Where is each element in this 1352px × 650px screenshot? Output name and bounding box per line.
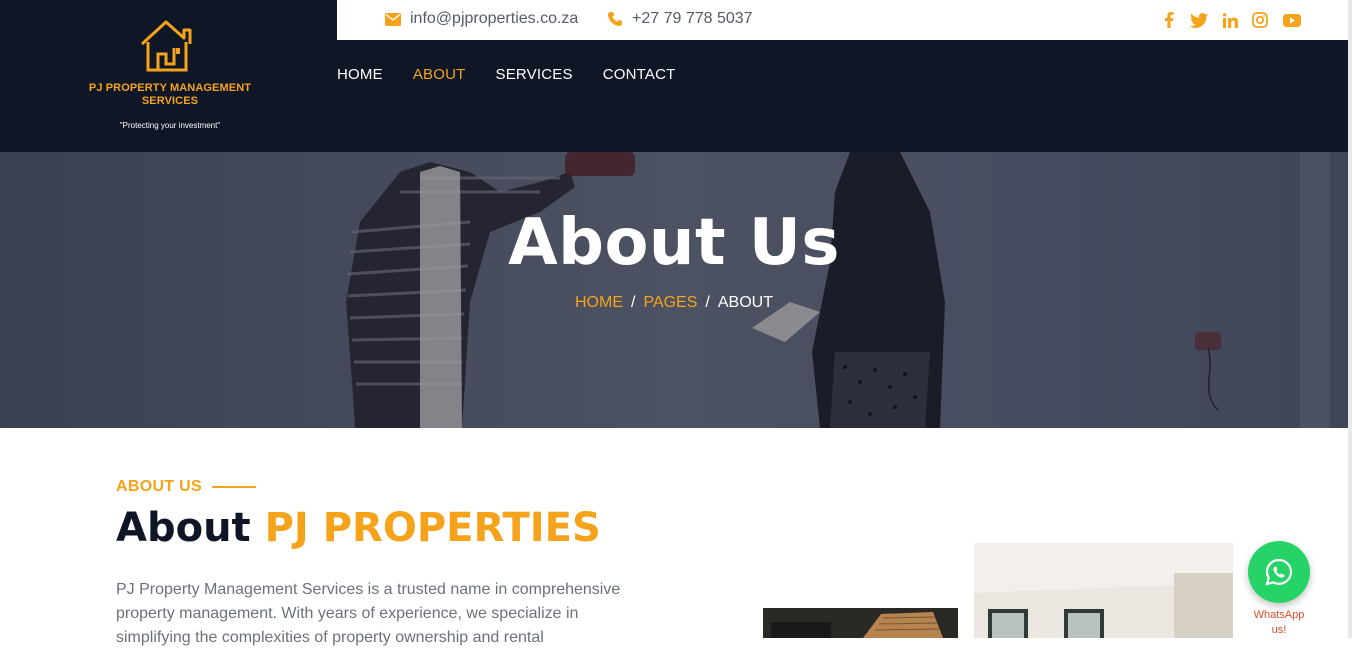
breadcrumb-separator: / xyxy=(631,294,636,311)
breadcrumb: HOME / PAGES / ABOUT xyxy=(0,294,1348,312)
about-heading-accent: PJ PROPERTIES xyxy=(264,505,601,551)
nav-home[interactable]: HOME xyxy=(337,66,383,83)
phone-text: +27 79 778 5037 xyxy=(632,10,753,27)
brand-tagline: "Protecting your investment" xyxy=(119,121,221,130)
phone-icon xyxy=(608,12,622,26)
section-tag-label: ABOUT US xyxy=(116,478,202,495)
breadcrumb-pages[interactable]: PAGES xyxy=(643,294,697,311)
youtube-icon[interactable] xyxy=(1281,9,1303,31)
hero-overlay xyxy=(0,152,1348,428)
whatsapp-label: WhatsApp us! xyxy=(1253,609,1305,636)
about-heading-prefix: About xyxy=(116,505,251,551)
breadcrumb-separator: / xyxy=(705,294,710,311)
phone-link[interactable]: +27 79 778 5037 xyxy=(607,10,753,28)
about-paragraph: PJ Property Management Services is a tru… xyxy=(116,581,621,646)
facebook-icon[interactable] xyxy=(1158,9,1180,31)
nav-about[interactable]: ABOUT xyxy=(413,66,466,83)
nav-contact[interactable]: CONTACT xyxy=(603,66,676,83)
house-logo-icon xyxy=(140,20,192,72)
email-text: info@pjproperties.co.za xyxy=(410,10,579,27)
main-nav: HOME ABOUT SERVICES CONTACT xyxy=(337,66,675,83)
interior-photo xyxy=(974,543,1233,638)
whatsapp-icon xyxy=(1265,558,1293,586)
hero-banner: About Us HOME / PAGES / ABOUT xyxy=(0,152,1348,428)
section-tag-divider xyxy=(211,486,256,488)
breadcrumb-home[interactable]: HOME xyxy=(575,294,623,311)
logo[interactable]: PJ PROPERTY MANAGEMENT SERVICES "Protect… xyxy=(0,0,337,152)
top-bar: info@pjproperties.co.za +27 79 778 5037 xyxy=(337,0,1348,40)
linkedin-icon[interactable] xyxy=(1219,9,1241,31)
site-header: PJ PROPERTY MANAGEMENT SERVICES "Protect… xyxy=(0,0,1352,152)
instagram-icon[interactable] xyxy=(1249,9,1271,31)
brand-name: PJ PROPERTY MANAGEMENT SERVICES xyxy=(88,82,252,107)
section-tag: ABOUT US xyxy=(116,478,256,496)
envelope-icon xyxy=(385,12,401,26)
about-heading: About PJ PROPERTIES xyxy=(116,505,601,551)
page-scrollbar[interactable] xyxy=(1348,0,1352,638)
breadcrumb-current: ABOUT xyxy=(717,294,773,311)
nav-services[interactable]: SERVICES xyxy=(496,66,573,83)
twitter-icon[interactable] xyxy=(1188,9,1210,31)
page-title: About Us xyxy=(508,206,840,280)
office-photo xyxy=(763,608,958,638)
email-link[interactable]: info@pjproperties.co.za xyxy=(385,10,578,28)
whatsapp-button[interactable] xyxy=(1248,541,1310,603)
